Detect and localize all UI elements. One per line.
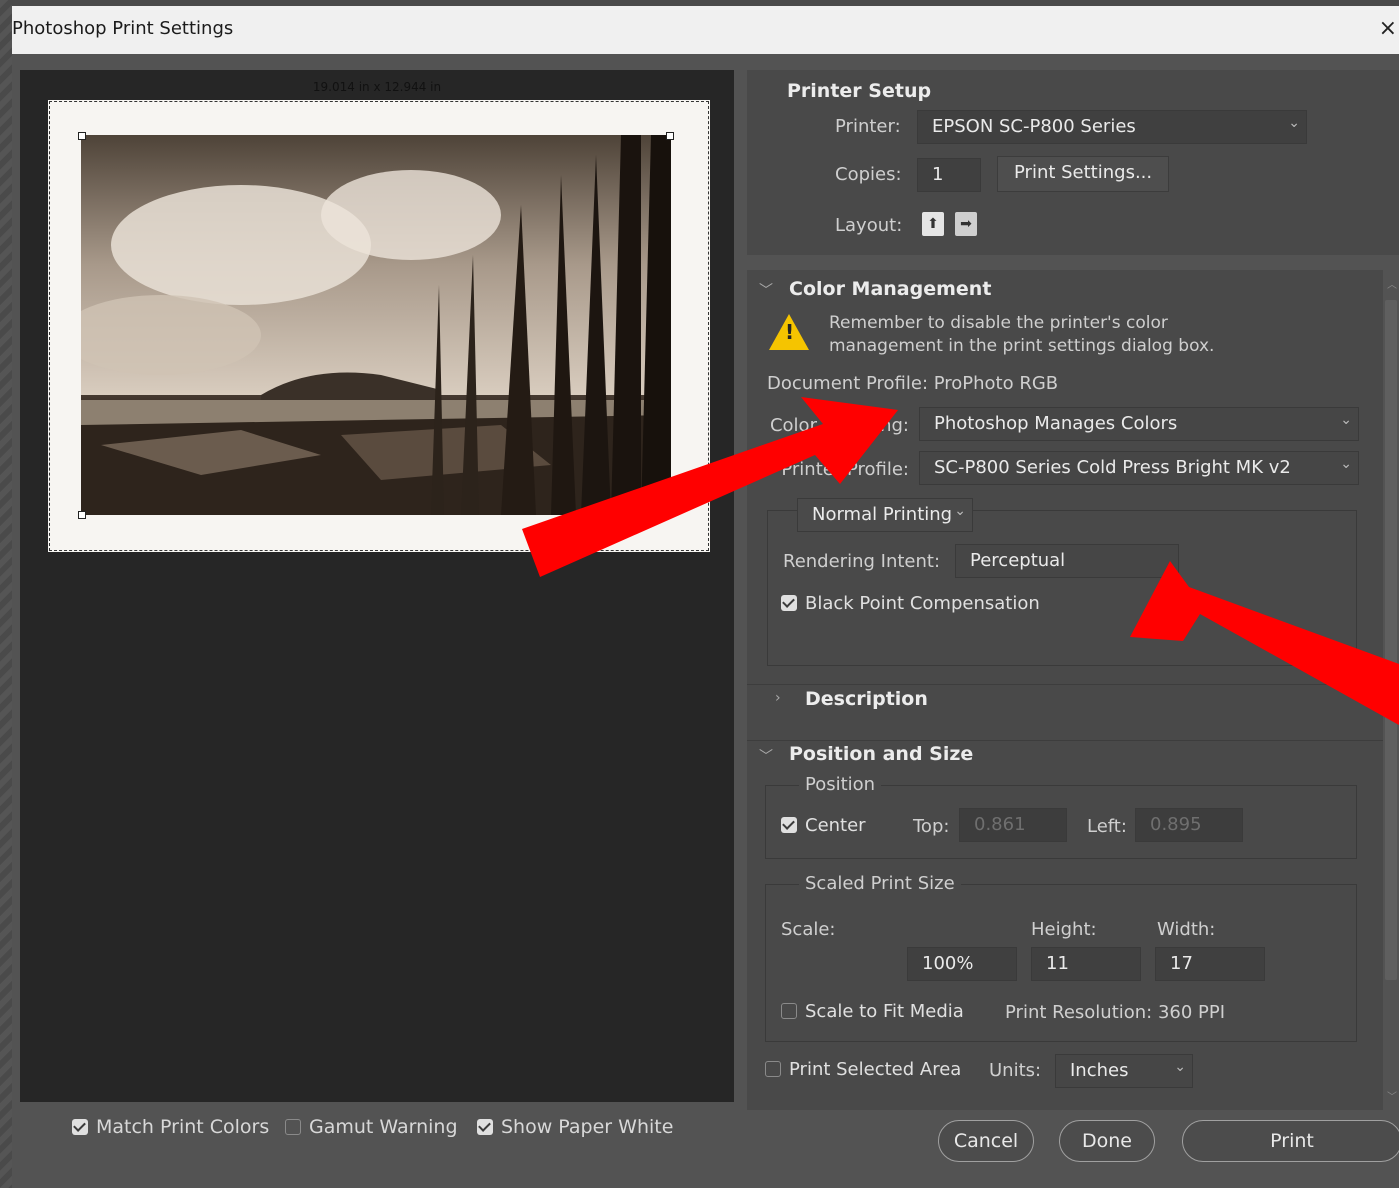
window-title: Photoshop Print Settings xyxy=(12,18,234,39)
gamut-warning-option[interactable]: Gamut Warning xyxy=(285,1116,458,1146)
print-settings-button[interactable]: Print Settings... xyxy=(997,156,1170,192)
position-group-label: Position xyxy=(799,774,882,795)
landscape-photo xyxy=(81,135,671,515)
print-resolution: Print Resolution: 360 PPI xyxy=(1005,1002,1226,1023)
black-point-compensation-option[interactable]: Black Point Compensation xyxy=(781,593,1040,614)
scale-to-fit-label: Scale to Fit Media xyxy=(805,1001,964,1022)
scale-label: Scale: xyxy=(781,919,836,940)
chevron-down-icon[interactable]: ﹀ xyxy=(759,280,773,300)
layout-label: Layout: xyxy=(835,215,903,236)
match-print-colors-label: Match Print Colors xyxy=(96,1116,270,1138)
divider xyxy=(747,740,1383,741)
chevron-right-icon[interactable]: › xyxy=(775,690,781,706)
show-paper-white-label: Show Paper White xyxy=(501,1116,674,1138)
title-bar: Photoshop Print Settings × xyxy=(12,6,1399,54)
chevron-down-icon[interactable]: ﹀ xyxy=(759,746,773,766)
printer-profile-value: SC-P800 Series Cold Press Bright MK v2 xyxy=(934,457,1291,478)
warning-line: management in the print settings dialog … xyxy=(829,336,1215,356)
units-value: Inches xyxy=(1070,1060,1129,1081)
height-label: Height: xyxy=(1031,919,1097,940)
chevron-down-icon: ⌄ xyxy=(1174,1059,1186,1075)
scale-to-fit-option[interactable]: Scale to Fit Media xyxy=(781,1001,964,1022)
printer-profile-select[interactable]: SC-P800 Series Cold Press Bright MK v2 ⌄ xyxy=(919,451,1359,485)
resize-handle[interactable] xyxy=(78,511,86,519)
done-button[interactable]: Done xyxy=(1059,1120,1155,1162)
units-select[interactable]: Inches ⌄ xyxy=(1055,1054,1193,1088)
settings-column: Printer Setup Printer: EPSON SC-P800 Ser… xyxy=(747,70,1399,1110)
match-print-colors-checkbox[interactable] xyxy=(72,1119,88,1135)
paper-dimensions: 19.014 in x 12.944 in xyxy=(312,80,442,94)
scroll-down-icon[interactable]: ﹀ xyxy=(1387,1088,1397,1103)
close-icon[interactable]: × xyxy=(1379,16,1397,41)
scrollbar[interactable]: ︿ ﹀ xyxy=(1383,270,1399,1110)
chevron-down-icon: ⌄ xyxy=(1288,115,1300,131)
portrait-layout-icon[interactable]: ⬆ xyxy=(922,212,944,236)
chevron-down-icon: ⌄ xyxy=(1340,456,1352,472)
rendering-intent-label: Rendering Intent: xyxy=(783,551,941,572)
divider xyxy=(747,684,1383,685)
color-management-title[interactable]: Color Management xyxy=(789,278,991,300)
show-paper-white-option[interactable]: Show Paper White xyxy=(477,1116,673,1146)
left-input[interactable]: 0.895 xyxy=(1135,808,1243,842)
scaled-print-size-label: Scaled Print Size xyxy=(799,873,961,894)
resize-handle[interactable] xyxy=(666,132,674,140)
center-option[interactable]: Center xyxy=(781,815,866,836)
settings-scroll-area[interactable]: ︿ ﹀ ﹀ Color Management ! Remember to dis… xyxy=(747,270,1399,1110)
match-print-colors-option[interactable]: Match Print Colors xyxy=(72,1116,269,1146)
color-handling-label: Color Handling: xyxy=(769,415,909,436)
rendering-intent-value: Perceptual xyxy=(970,550,1066,571)
print-options-group xyxy=(767,510,1357,666)
left-label: Left: xyxy=(1087,816,1127,837)
scrollbar-thumb[interactable] xyxy=(1385,300,1397,980)
printing-mode-value: Normal Printing xyxy=(812,504,953,525)
height-input[interactable]: 11 xyxy=(1031,947,1141,981)
chevron-down-icon: ⌄ xyxy=(954,503,966,519)
print-selected-area-checkbox[interactable] xyxy=(765,1061,781,1077)
bpc-checkbox[interactable] xyxy=(781,595,797,611)
units-label: Units: xyxy=(989,1060,1042,1081)
desktop-edge xyxy=(0,0,12,1188)
print-settings-dialog: Photoshop Print Settings × 19.014 in x 1… xyxy=(12,6,1399,1188)
printer-profile-label: Printer Profile: xyxy=(781,459,909,480)
chevron-down-icon: ⌄ xyxy=(1340,412,1352,428)
scroll-up-icon[interactable]: ︿ xyxy=(1387,276,1397,291)
top-label: Top: xyxy=(913,816,950,837)
scale-input[interactable]: 100% xyxy=(907,947,1017,981)
print-button[interactable]: Print xyxy=(1182,1120,1399,1162)
printer-label: Printer: xyxy=(835,116,901,137)
scale-to-fit-checkbox[interactable] xyxy=(781,1003,797,1019)
center-checkbox[interactable] xyxy=(781,817,797,833)
width-label: Width: xyxy=(1157,919,1216,940)
copies-input[interactable]: 1 xyxy=(917,158,981,192)
printer-setup-section: Printer Setup Printer: EPSON SC-P800 Ser… xyxy=(747,70,1399,255)
printer-value: EPSON SC-P800 Series xyxy=(932,116,1136,137)
gamut-warning-label: Gamut Warning xyxy=(309,1116,458,1138)
landscape-layout-icon[interactable]: ➡ xyxy=(955,212,977,236)
warning-line: Remember to disable the printer's color xyxy=(829,313,1168,333)
gamut-warning-checkbox[interactable] xyxy=(285,1119,301,1135)
rendering-intent-select[interactable]: Perceptual xyxy=(955,544,1179,578)
color-handling-value: Photoshop Manages Colors xyxy=(934,413,1178,434)
color-handling-select[interactable]: Photoshop Manages Colors ⌄ xyxy=(919,407,1359,441)
width-input[interactable]: 17 xyxy=(1155,947,1265,981)
show-paper-white-checkbox[interactable] xyxy=(477,1119,493,1135)
top-input[interactable]: 0.861 xyxy=(959,808,1067,842)
document-profile: Document Profile: ProPhoto RGB xyxy=(767,373,1059,394)
warning-icon: ! xyxy=(769,314,809,350)
warning-message: Remember to disable the printer's color … xyxy=(829,312,1214,358)
preview-image[interactable] xyxy=(81,135,671,515)
cancel-button[interactable]: Cancel xyxy=(938,1120,1034,1162)
description-title[interactable]: Description xyxy=(805,688,928,710)
print-preview: 19.014 in x 12.944 in xyxy=(20,70,734,1102)
resize-handle[interactable] xyxy=(78,132,86,140)
printer-setup-title: Printer Setup xyxy=(787,80,932,102)
print-selected-area-label: Print Selected Area xyxy=(789,1059,962,1080)
bpc-label: Black Point Compensation xyxy=(805,593,1040,614)
copies-label: Copies: xyxy=(835,164,902,185)
position-and-size-title[interactable]: Position and Size xyxy=(789,743,973,765)
printer-select[interactable]: EPSON SC-P800 Series ⌄ xyxy=(917,110,1307,144)
printing-mode-select[interactable]: Normal Printing ⌄ xyxy=(797,498,973,532)
center-label: Center xyxy=(805,815,866,836)
print-selected-area-option[interactable]: Print Selected Area xyxy=(765,1059,961,1080)
